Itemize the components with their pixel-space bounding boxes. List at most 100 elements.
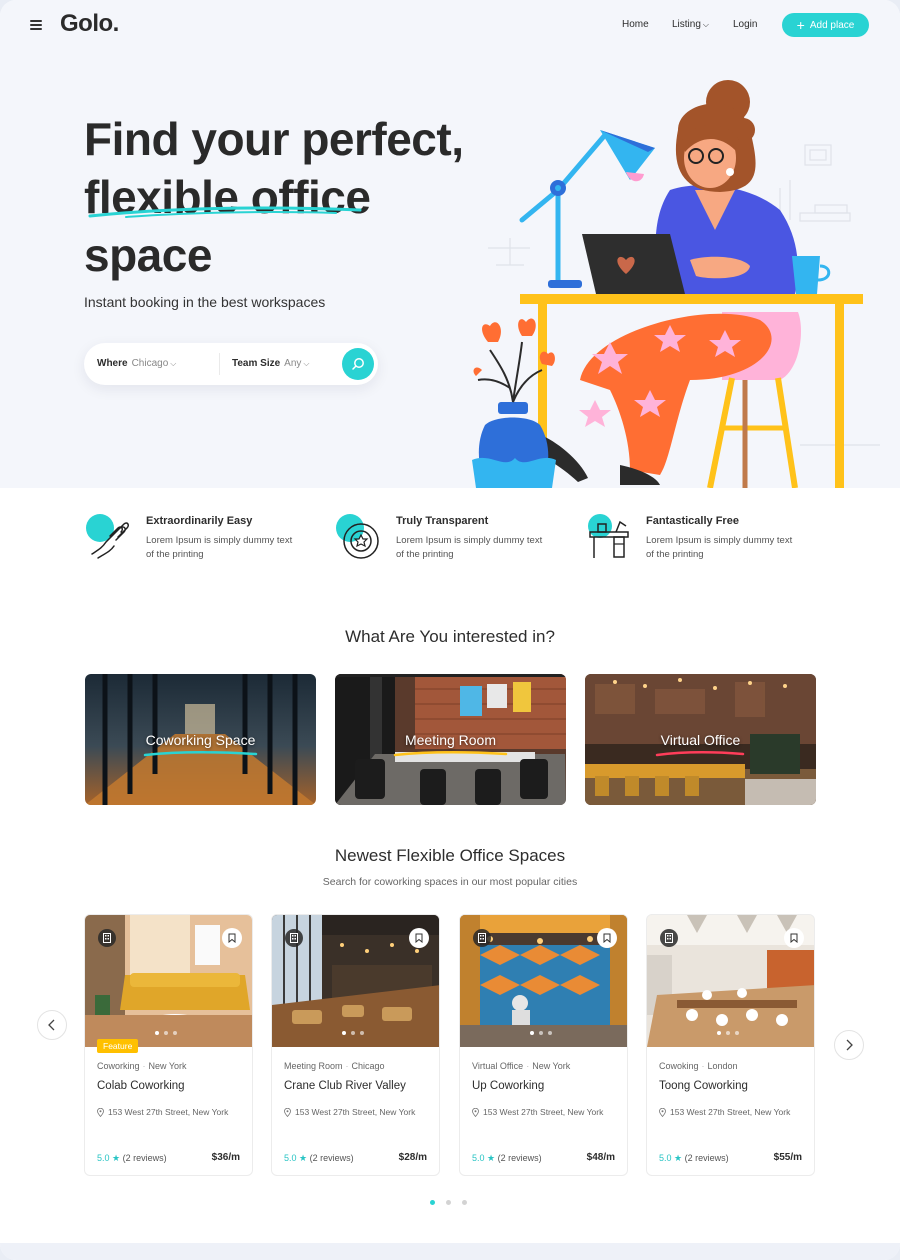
bookmark-button[interactable]: [597, 928, 617, 948]
listing-address-text: 153 West 27th Street, New York: [295, 1107, 416, 1117]
building-icon: [660, 929, 678, 947]
rating-reviews: (2 reviews): [309, 1153, 354, 1163]
nav-listing[interactable]: Listing ⌵: [672, 19, 709, 30]
feature-easy: Extraordinarily Easy Lorem Ipsum is simp…: [84, 512, 294, 572]
hand-gesture-icon: [86, 514, 129, 559]
listing-rating: 5.0 ★ (2 reviews): [97, 1153, 167, 1164]
rating-score: 5.0 ★: [659, 1153, 683, 1163]
listing-address: 153 West 27th Street, New York: [97, 1107, 228, 1117]
nav-login[interactable]: Login: [733, 19, 757, 30]
desk-icon: [588, 514, 629, 558]
pager-dot[interactable]: [430, 1200, 435, 1205]
bookmark-icon: [228, 933, 236, 943]
listing-card[interactable]: Virtual Office · New York Up Coworking 153…: [459, 914, 628, 1176]
where-select[interactable]: Where Chicago ⌵: [97, 358, 176, 369]
listing-meta: Cowoking · London: [659, 1061, 738, 1071]
feature-title: Truly Transparent: [396, 515, 489, 527]
chevron-down-icon: ⌵: [303, 359, 310, 368]
listing-address-text: 153 West 27th Street, New York: [670, 1107, 791, 1117]
rating-score: 5.0 ★: [97, 1153, 121, 1163]
listing-name: Toong Coworking: [659, 1080, 748, 1092]
listing-city: New York: [532, 1061, 571, 1071]
rating-score: 5.0 ★: [284, 1153, 308, 1163]
listing-category: Coworking: [97, 1061, 140, 1071]
listing-card[interactable]: Feature Coworking · New York Colab Coworki…: [84, 914, 253, 1176]
listing-category: Virtual Office: [472, 1061, 524, 1071]
pager-dot[interactable]: [462, 1200, 467, 1205]
menu-icon[interactable]: [30, 19, 44, 31]
hero-title-line-1: Find your perfect,: [84, 113, 464, 165]
listing-city: London: [707, 1061, 738, 1071]
listing-price: $55/m: [773, 1152, 802, 1163]
listing-address-text: 153 West 27th Street, New York: [483, 1107, 604, 1117]
listing-rating: 5.0 ★ (2 reviews): [472, 1153, 542, 1164]
image-pager: [155, 1031, 177, 1035]
listing-meta: Coworking · New York: [97, 1061, 187, 1071]
chevron-down-icon: ⌵: [702, 20, 709, 29]
location-pin-icon: [659, 1107, 666, 1117]
search-button[interactable]: [342, 348, 374, 380]
image-pager: [530, 1031, 552, 1035]
hero-title: Find your perfect, flexible office space: [84, 110, 484, 284]
location-pin-icon: [97, 1107, 104, 1117]
listing-category: Meeting Room: [284, 1061, 343, 1071]
team-size-select[interactable]: Team Size Any ⌵: [232, 358, 309, 369]
listing-city: New York: [148, 1061, 187, 1071]
title-underline-swash: [88, 206, 362, 218]
location-pin-icon: [472, 1107, 479, 1117]
rating-reviews: (2 reviews): [122, 1153, 167, 1163]
category-label: Virtual Office: [660, 732, 741, 748]
listing-address-text: 153 West 27th Street, New York: [108, 1107, 229, 1117]
where-value: Chicago: [131, 358, 169, 369]
category-card-meeting-room[interactable]: Meeting Room: [335, 674, 566, 805]
bookmark-button[interactable]: [222, 928, 242, 948]
rating-reviews: (2 reviews): [684, 1153, 729, 1163]
category-label: Coworking Space: [145, 732, 256, 748]
logo[interactable]: Golo.: [60, 10, 119, 38]
chevron-down-icon: ⌵: [170, 359, 177, 368]
listing-rating: 5.0 ★ (2 reviews): [659, 1153, 729, 1164]
feature-desc: Lorem Ipsum is simply dummy text of the …: [396, 535, 543, 560]
listing-price: $28/m: [398, 1152, 427, 1163]
bookmark-button[interactable]: [409, 928, 429, 948]
building-icon: [473, 929, 491, 947]
bookmark-icon: [790, 933, 798, 943]
bookmark-icon: [603, 933, 611, 943]
label-underline: [655, 751, 745, 757]
carousel-pager: [430, 1200, 467, 1205]
listing-address: 153 West 27th Street, New York: [284, 1107, 415, 1117]
location-pin-icon: [284, 1107, 291, 1117]
search-bar: Where Chicago ⌵ Team Size Any ⌵: [84, 343, 378, 385]
nav-home[interactable]: Home: [622, 19, 649, 30]
listing-address: 153 West 27th Street, New York: [472, 1107, 603, 1117]
footer-strip: [0, 1243, 900, 1260]
listing-name: Crane Club River Valley: [284, 1080, 406, 1092]
feature-desc: Lorem Ipsum is simply dummy text of the …: [146, 535, 293, 560]
listing-city: Chicago: [351, 1061, 385, 1071]
add-place-label: Add place: [809, 19, 855, 31]
building-icon: [98, 929, 116, 947]
hero-subtitle: Instant booking in the best workspaces: [84, 294, 326, 310]
bookmark-button[interactable]: [784, 928, 804, 948]
team-size-value: Any: [284, 358, 302, 369]
category-card-virtual-office[interactable]: Virtual Office: [585, 674, 816, 805]
award-badge-icon: [336, 514, 379, 559]
carousel-prev-button[interactable]: [37, 1010, 67, 1040]
listing-card[interactable]: Cowoking · London Toong Coworking 153 West…: [646, 914, 815, 1176]
listing-name: Up Coworking: [472, 1080, 545, 1092]
search-icon: [352, 358, 364, 370]
rating-score: 5.0 ★: [472, 1153, 496, 1163]
category-card-coworking[interactable]: Coworking Space: [85, 674, 316, 805]
building-icon: [285, 929, 303, 947]
carousel-next-button[interactable]: [834, 1030, 864, 1060]
desk-top: [520, 294, 863, 304]
listing-meta: Meeting Room · Chicago: [284, 1061, 385, 1071]
feature-badge: Feature: [97, 1039, 139, 1053]
listing-card[interactable]: Meeting Room · Chicago Crane Club River Va…: [271, 914, 440, 1176]
add-place-button[interactable]: + Add place: [782, 13, 869, 37]
hero-illustration: [472, 80, 880, 488]
nav-listing-label: Listing: [672, 19, 701, 30]
page: Golo. Home Listing ⌵ Login + Add place Fi…: [0, 0, 900, 1260]
bookmark-icon: [415, 933, 423, 943]
pager-dot[interactable]: [446, 1200, 451, 1205]
